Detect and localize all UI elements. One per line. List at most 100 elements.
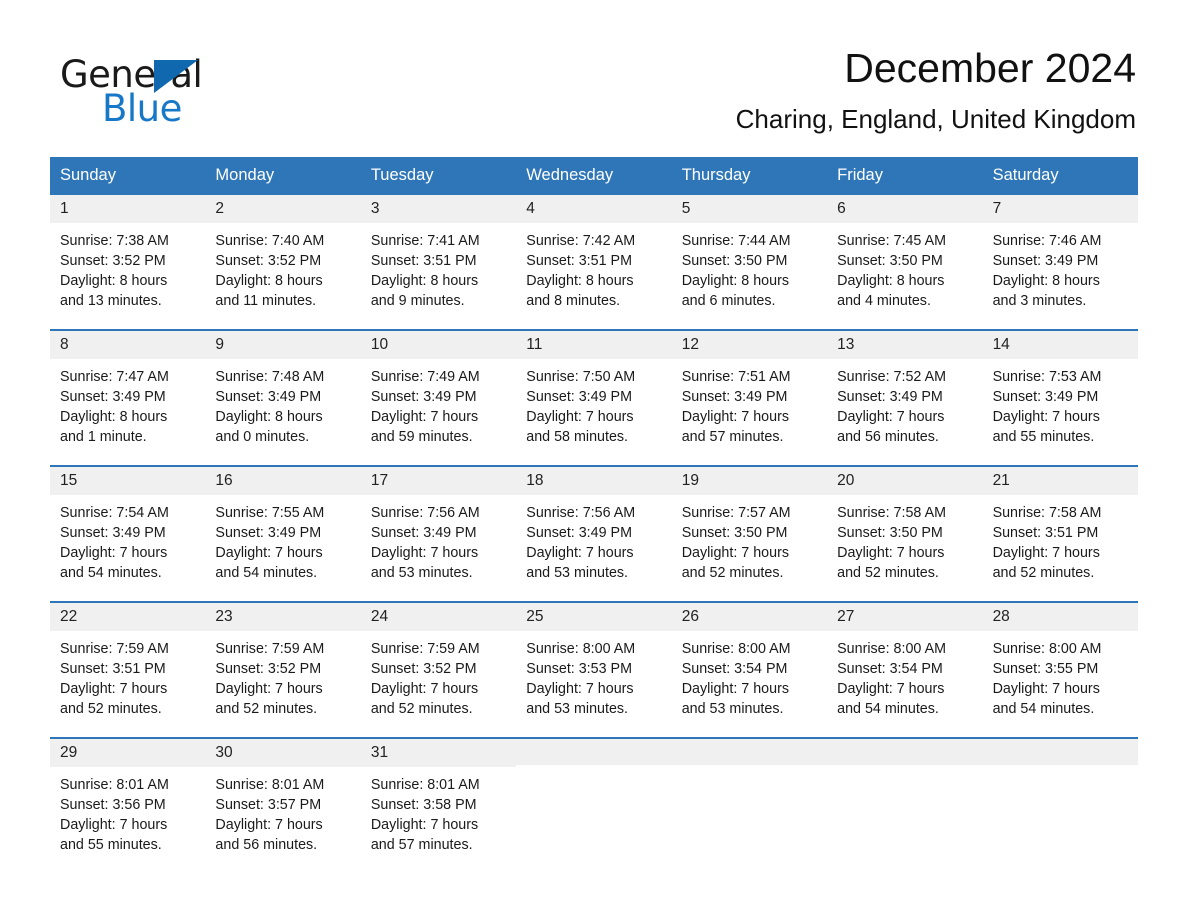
weekday-header-saturday: Saturday xyxy=(992,165,1059,184)
day-info: Sunrise: 7:40 AM Sunset: 3:52 PM Dayligh… xyxy=(205,223,360,311)
day-info: Sunrise: 8:00 AM Sunset: 3:55 PM Dayligh… xyxy=(983,631,1138,719)
daylight-text-line1: Daylight: 8 hours xyxy=(837,272,945,289)
daylight-text-line2: and 53 minutes. xyxy=(526,700,629,717)
day-number: 10 xyxy=(370,335,389,353)
sunset-text: Sunset: 3:50 PM xyxy=(681,252,788,269)
day-number-band xyxy=(516,738,672,765)
sunrise-text: Sunrise: 8:00 AM xyxy=(837,640,947,657)
day-cell-empty xyxy=(982,738,1138,873)
sunset-text: Sunset: 3:49 PM xyxy=(526,524,632,541)
day-number: 19 xyxy=(681,471,699,489)
day-cell[interactable]: 31 Sunrise: 8:01 AM Sunset: 3:58 PM Dayl… xyxy=(360,738,517,873)
sunrise-text: Sunrise: 7:58 AM xyxy=(837,504,947,521)
daylight-text-line2: and 52 minutes. xyxy=(60,700,162,717)
day-cell[interactable]: 21 Sunrise: 7:58 AM Sunset: 3:51 PM Dayl… xyxy=(982,466,1138,601)
day-number-band: 26 xyxy=(671,602,828,631)
day-cell[interactable]: 2 Sunrise: 7:40 AM Sunset: 3:52 PM Dayli… xyxy=(205,194,361,329)
day-number: 18 xyxy=(526,471,544,489)
day-cell[interactable]: 10 Sunrise: 7:49 AM Sunset: 3:49 PM Dayl… xyxy=(360,330,517,465)
day-cell-empty xyxy=(671,738,828,873)
day-number: 20 xyxy=(837,471,855,489)
daylight-text-line1: Daylight: 8 hours xyxy=(681,272,789,289)
sunrise-text: Sunrise: 7:52 AM xyxy=(837,368,947,385)
day-cell[interactable]: 28 Sunrise: 8:00 AM Sunset: 3:55 PM Dayl… xyxy=(982,602,1138,737)
day-number: 26 xyxy=(681,607,699,625)
day-cell[interactable]: 15 Sunrise: 7:54 AM Sunset: 3:49 PM Dayl… xyxy=(50,466,206,601)
day-cell[interactable]: 22 Sunrise: 7:59 AM Sunset: 3:51 PM Dayl… xyxy=(50,602,206,737)
day-cell[interactable]: 26 Sunrise: 8:00 AM Sunset: 3:54 PM Dayl… xyxy=(671,602,828,737)
day-number-band: 12 xyxy=(671,330,828,359)
day-cell[interactable]: 1 Sunrise: 7:38 AM Sunset: 3:52 PM Dayli… xyxy=(50,194,206,329)
day-number-band: 27 xyxy=(827,602,983,631)
day-info: Sunrise: 7:45 AM Sunset: 3:50 PM Dayligh… xyxy=(827,223,982,311)
day-number: 15 xyxy=(60,471,78,489)
generalblue-logo[interactable]: General Blue xyxy=(58,44,318,127)
day-cell[interactable]: 5 Sunrise: 7:44 AM Sunset: 3:50 PM Dayli… xyxy=(671,194,828,329)
day-number: 21 xyxy=(992,471,1010,489)
day-number: 5 xyxy=(681,199,691,217)
sunrise-text: Sunrise: 7:59 AM xyxy=(215,640,325,657)
day-cell[interactable]: 30 Sunrise: 8:01 AM Sunset: 3:57 PM Dayl… xyxy=(205,738,361,873)
day-cell[interactable]: 9 Sunrise: 7:48 AM Sunset: 3:49 PM Dayli… xyxy=(205,330,361,465)
daylight-text-line1: Daylight: 7 hours xyxy=(526,680,634,697)
daylight-text-line1: Daylight: 7 hours xyxy=(837,408,945,425)
day-info: Sunrise: 7:59 AM Sunset: 3:52 PM Dayligh… xyxy=(205,631,360,719)
daylight-text-line1: Daylight: 8 hours xyxy=(370,272,479,289)
daylight-text-line1: Daylight: 8 hours xyxy=(215,408,323,425)
day-cell[interactable]: 16 Sunrise: 7:55 AM Sunset: 3:49 PM Dayl… xyxy=(205,466,361,601)
day-number-band: 14 xyxy=(982,330,1138,359)
calendar-week-row: 29 Sunrise: 8:01 AM Sunset: 3:56 PM Dayl… xyxy=(50,736,1138,873)
day-number: 14 xyxy=(992,335,1010,353)
day-number: 3 xyxy=(370,199,380,217)
page-title: December 2024 xyxy=(844,45,1136,91)
daylight-text-line1: Daylight: 7 hours xyxy=(215,544,323,561)
day-cell[interactable]: 11 Sunrise: 7:50 AM Sunset: 3:49 PM Dayl… xyxy=(516,330,672,465)
daylight-text-line2: and 52 minutes. xyxy=(681,564,784,581)
day-cell[interactable]: 7 Sunrise: 7:46 AM Sunset: 3:49 PM Dayli… xyxy=(982,194,1138,329)
day-number: 16 xyxy=(215,471,233,489)
sunset-text: Sunset: 3:55 PM xyxy=(992,660,1099,677)
day-cell[interactable]: 17 Sunrise: 7:56 AM Sunset: 3:49 PM Dayl… xyxy=(360,466,517,601)
day-number-band xyxy=(827,738,983,765)
daylight-text-line2: and 53 minutes. xyxy=(370,564,473,581)
day-cell[interactable]: 24 Sunrise: 7:59 AM Sunset: 3:52 PM Dayl… xyxy=(360,602,517,737)
day-number-band: 21 xyxy=(982,466,1138,495)
day-cell[interactable]: 20 Sunrise: 7:58 AM Sunset: 3:50 PM Dayl… xyxy=(827,466,983,601)
daylight-text-line1: Daylight: 8 hours xyxy=(526,272,634,289)
day-info: Sunrise: 7:52 AM Sunset: 3:49 PM Dayligh… xyxy=(827,359,982,447)
day-cell[interactable]: 8 Sunrise: 7:47 AM Sunset: 3:49 PM Dayli… xyxy=(50,330,206,465)
day-cell[interactable]: 19 Sunrise: 7:57 AM Sunset: 3:50 PM Dayl… xyxy=(671,466,828,601)
day-cell[interactable]: 29 Sunrise: 8:01 AM Sunset: 3:56 PM Dayl… xyxy=(50,738,206,873)
day-number: 9 xyxy=(215,335,225,353)
day-cell[interactable]: 23 Sunrise: 7:59 AM Sunset: 3:52 PM Dayl… xyxy=(205,602,361,737)
day-info: Sunrise: 7:59 AM Sunset: 3:51 PM Dayligh… xyxy=(50,631,205,719)
daylight-text-line2: and 56 minutes. xyxy=(837,428,939,445)
sunset-text: Sunset: 3:51 PM xyxy=(370,252,477,269)
sunrise-text: Sunrise: 7:51 AM xyxy=(681,368,791,385)
day-info: Sunrise: 7:58 AM Sunset: 3:50 PM Dayligh… xyxy=(827,495,982,583)
day-info: Sunrise: 7:44 AM Sunset: 3:50 PM Dayligh… xyxy=(672,223,827,311)
sunset-text: Sunset: 3:54 PM xyxy=(837,660,943,677)
day-info: Sunrise: 7:42 AM Sunset: 3:51 PM Dayligh… xyxy=(516,223,671,311)
day-cell[interactable]: 25 Sunrise: 8:00 AM Sunset: 3:53 PM Dayl… xyxy=(516,602,672,737)
day-number: 8 xyxy=(60,335,69,353)
day-cell[interactable]: 27 Sunrise: 8:00 AM Sunset: 3:54 PM Dayl… xyxy=(827,602,983,737)
daylight-text-line2: and 52 minutes. xyxy=(837,564,939,581)
sunrise-text: Sunrise: 7:53 AM xyxy=(992,368,1102,385)
day-cell[interactable]: 4 Sunrise: 7:42 AM Sunset: 3:51 PM Dayli… xyxy=(516,194,672,329)
day-number-band: 8 xyxy=(50,330,206,359)
daylight-text-line1: Daylight: 7 hours xyxy=(60,544,168,561)
day-cell[interactable]: 3 Sunrise: 7:41 AM Sunset: 3:51 PM Dayli… xyxy=(360,194,517,329)
day-cell[interactable]: 13 Sunrise: 7:52 AM Sunset: 3:49 PM Dayl… xyxy=(827,330,983,465)
daylight-text-line2: and 53 minutes. xyxy=(526,564,629,581)
day-info: Sunrise: 7:55 AM Sunset: 3:49 PM Dayligh… xyxy=(205,495,360,583)
daylight-text-line2: and 11 minutes. xyxy=(215,292,317,309)
day-cell[interactable]: 14 Sunrise: 7:53 AM Sunset: 3:49 PM Dayl… xyxy=(982,330,1138,465)
day-number: 31 xyxy=(370,743,389,761)
daylight-text-line2: and 57 minutes. xyxy=(681,428,784,445)
day-cell[interactable]: 18 Sunrise: 7:56 AM Sunset: 3:49 PM Dayl… xyxy=(516,466,672,601)
sunrise-text: Sunrise: 8:00 AM xyxy=(526,640,636,657)
day-cell[interactable]: 6 Sunrise: 7:45 AM Sunset: 3:50 PM Dayli… xyxy=(827,194,983,329)
calendar-week-row: 1 Sunrise: 7:38 AM Sunset: 3:52 PM Dayli… xyxy=(50,194,1138,329)
day-cell[interactable]: 12 Sunrise: 7:51 AM Sunset: 3:49 PM Dayl… xyxy=(671,330,828,465)
